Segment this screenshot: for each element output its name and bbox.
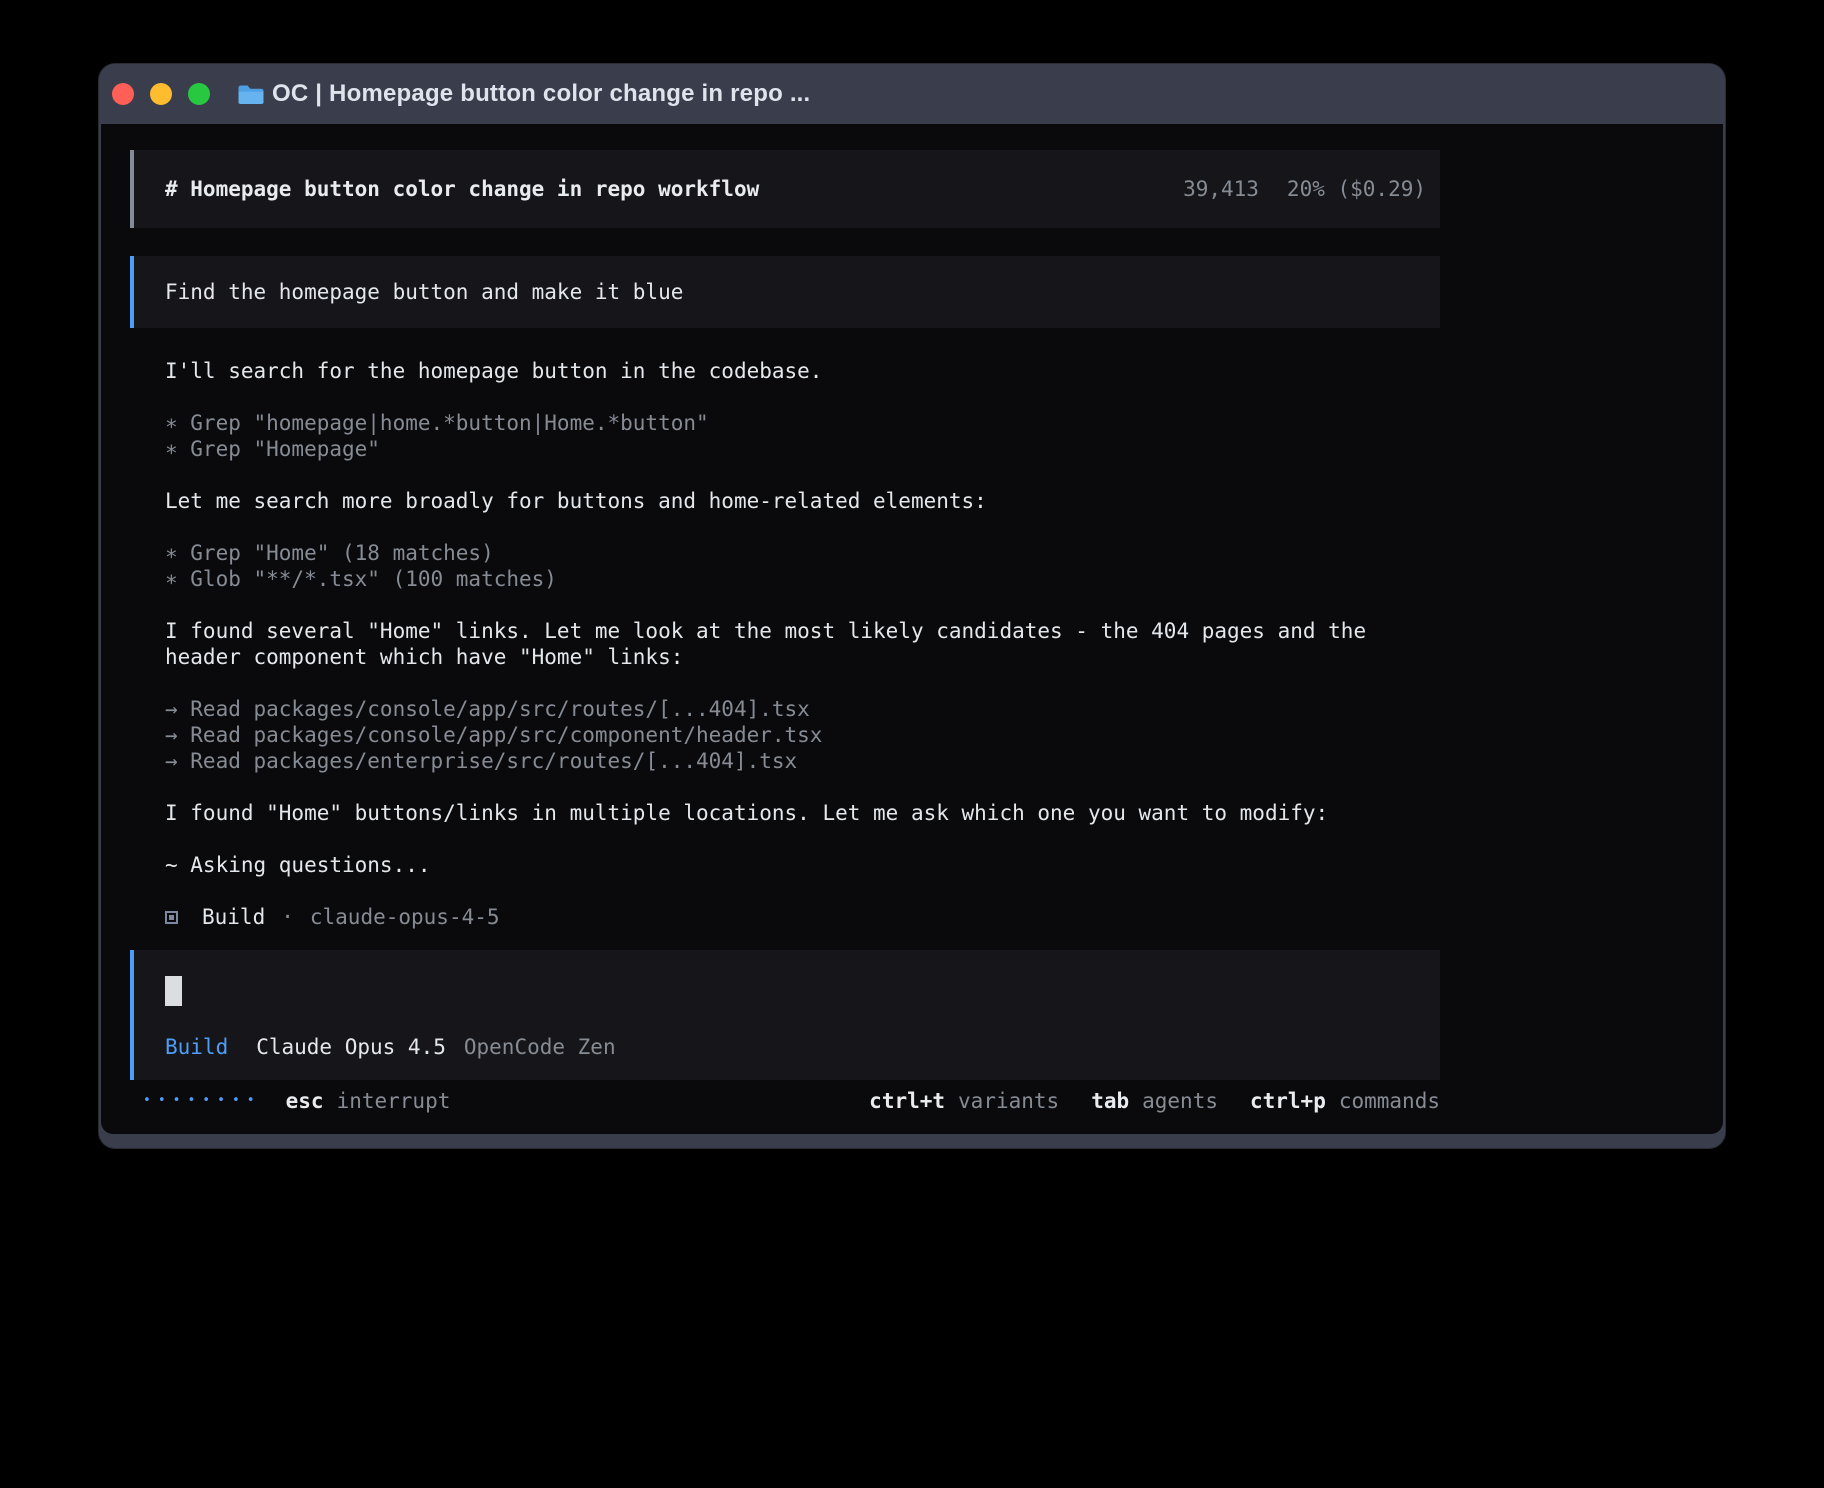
shortcut-agents: tab agents	[1091, 1088, 1218, 1114]
token-count: 39,413	[1183, 177, 1259, 201]
status-left: •••••••• esc interrupt	[143, 1088, 450, 1114]
tool-call-group: ∗ Grep "Home" (18 matches) ∗ Glob "**/*.…	[165, 540, 1441, 592]
tool-call-glob: ∗ Glob "**/*.tsx" (100 matches)	[165, 566, 1441, 592]
terminal-content: # Homepage button color change in repo w…	[101, 124, 1723, 1134]
assistant-text: I'll search for the homepage button in t…	[165, 358, 1441, 384]
shortcut-key-ctrl-t: ctrl+t	[869, 1088, 945, 1114]
session-stats: 39,413 20% ($0.29)	[1183, 177, 1426, 201]
title-group: OC | Homepage button color change in rep…	[237, 80, 810, 108]
agent-separator: ·	[281, 904, 294, 930]
status-bar: •••••••• esc interrupt ctrl+t variants t…	[130, 1088, 1440, 1114]
window-titlebar[interactable]: OC | Homepage button color change in rep…	[99, 64, 1725, 124]
terminal-window: OC | Homepage button color change in rep…	[99, 64, 1725, 1148]
tool-call-read: → Read packages/enterprise/src/routes/[.…	[165, 748, 1441, 774]
prompt-input[interactable]: Build Claude Opus 4.5 OpenCode Zen	[130, 950, 1440, 1080]
session-header: # Homepage button color change in repo w…	[130, 150, 1440, 228]
model-name: Claude Opus 4.5	[256, 1034, 446, 1060]
agent-icon	[165, 911, 178, 924]
conversation: I'll search for the homepage button in t…	[165, 358, 1441, 930]
shortcut-key-tab: tab	[1091, 1088, 1129, 1114]
shortcut-commands: ctrl+p commands	[1250, 1088, 1440, 1114]
text-cursor	[165, 976, 182, 1006]
spinner-dots: ••••••••	[143, 1088, 262, 1114]
agent-model: claude-opus-4-5	[310, 904, 500, 930]
tool-call-grep: ∗ Grep "Home" (18 matches)	[165, 540, 1441, 566]
zoom-button[interactable]	[188, 83, 210, 105]
agent-mode-label: Build	[165, 1034, 228, 1060]
shortcut-key-ctrl-p: ctrl+p	[1250, 1088, 1326, 1114]
minimize-button[interactable]	[150, 83, 172, 105]
tool-call-group: ∗ Grep "homepage|home.*button|Home.*butt…	[165, 410, 1441, 462]
shortcut-label-variants: variants	[958, 1088, 1059, 1114]
assistant-text: Let me search more broadly for buttons a…	[165, 488, 1441, 514]
shortcut-label-agents: agents	[1142, 1088, 1218, 1114]
window-title: OC | Homepage button color change in rep…	[272, 80, 810, 108]
traffic-lights	[112, 83, 210, 105]
assistant-text: I found several "Home" links. Let me loo…	[165, 618, 1441, 670]
agent-name: Build	[202, 904, 265, 930]
user-message: Find the homepage button and make it blu…	[130, 256, 1440, 328]
working-status: ~ Asking questions...	[165, 852, 1441, 878]
assistant-text: I found "Home" buttons/links in multiple…	[165, 800, 1441, 826]
tool-call-group: → Read packages/console/app/src/routes/[…	[165, 696, 1441, 774]
context-usage: 20% ($0.29)	[1287, 177, 1426, 201]
close-button[interactable]	[112, 83, 134, 105]
tool-call-read: → Read packages/console/app/src/componen…	[165, 722, 1441, 748]
shortcut-key-esc: esc	[286, 1088, 324, 1114]
session-title: # Homepage button color change in repo w…	[165, 177, 759, 201]
agent-status-line: Build · claude-opus-4-5	[165, 904, 1441, 930]
model-provider: OpenCode Zen	[464, 1034, 616, 1060]
model-info-line: Build Claude Opus 4.5 OpenCode Zen	[165, 1034, 1440, 1060]
status-right: ctrl+t variants tab agents ctrl+p comman…	[869, 1088, 1440, 1114]
folder-icon	[237, 84, 264, 105]
user-message-text: Find the homepage button and make it blu…	[165, 280, 683, 304]
tool-call-read: → Read packages/console/app/src/routes/[…	[165, 696, 1441, 722]
tool-call-grep: ∗ Grep "homepage|home.*button|Home.*butt…	[165, 410, 1441, 436]
shortcut-variants: ctrl+t variants	[869, 1088, 1059, 1114]
shortcut-label-commands: commands	[1339, 1088, 1440, 1114]
shortcut-label-interrupt: interrupt	[337, 1088, 451, 1114]
tool-call-grep: ∗ Grep "Homepage"	[165, 436, 1441, 462]
